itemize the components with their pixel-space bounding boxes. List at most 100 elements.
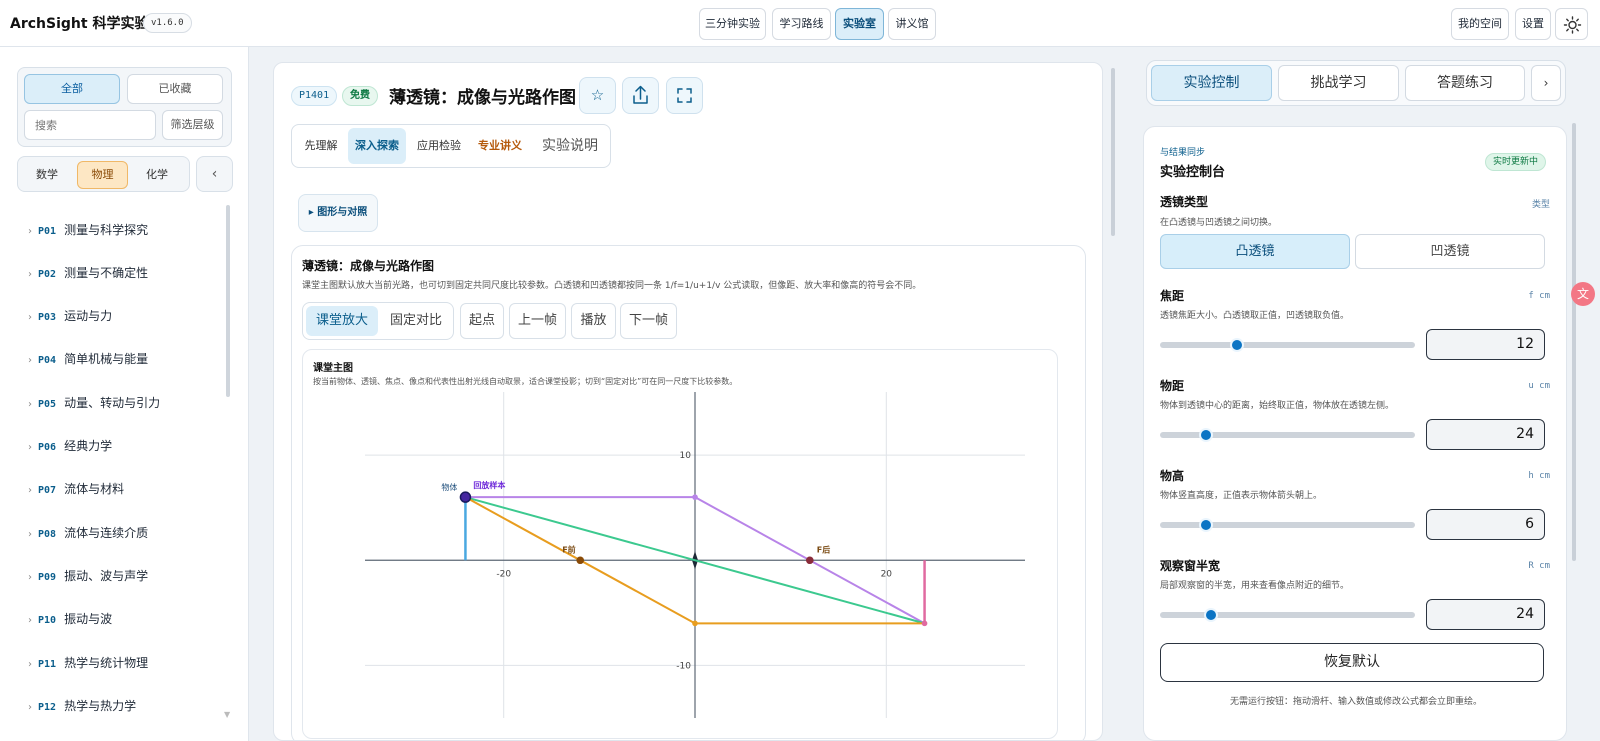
chevron-right-icon: › (28, 529, 32, 540)
object-height-unit: h cm (1528, 471, 1550, 481)
tab-experiment-control[interactable]: 实验控制 (1151, 65, 1272, 101)
filter-favorites-button[interactable]: 已收藏 (127, 74, 223, 104)
object-distance-label: 物距 (1160, 379, 1185, 393)
filter-level-button[interactable]: 筛选层级 (162, 110, 223, 140)
fullscreen-button[interactable] (666, 77, 703, 114)
top-bar: ArchSight 科学实验室 v1.6.0 三分钟实验 学习路线 实验室 讲义… (0, 0, 1600, 47)
focal-length-input[interactable]: 12 (1426, 329, 1545, 360)
star-icon: ☆ (590, 86, 605, 104)
object-point (459, 491, 472, 503)
tab-understand[interactable]: 先理解 (296, 128, 346, 164)
ray-vertex-point (692, 494, 698, 500)
subject-math[interactable]: 数学 (22, 161, 72, 189)
lens-type-description: 在凸透镜与凹透镜之间切换。 (1160, 218, 1278, 228)
object-height-input[interactable]: 6 (1426, 509, 1545, 540)
concave-lens-button[interactable]: 凹透镜 (1355, 234, 1545, 269)
window-halfwidth-label: 观察窗半宽 (1160, 559, 1221, 573)
topic-item[interactable]: › P04 简单机械与能量 (28, 349, 148, 369)
subject-chemistry[interactable]: 化学 (132, 161, 182, 189)
prev-frame-button[interactable]: 上一帧 (509, 303, 566, 339)
console-title: 实验控制台 (1160, 165, 1226, 180)
share-button[interactable] (622, 77, 659, 114)
tab-challenge[interactable]: 挑战学习 (1278, 65, 1399, 101)
control-console: 与结果同步 实验控制台 实时更新中 透镜类型 类型 在凸透镜与凹透镜之间切换。 … (1143, 126, 1567, 741)
replay-sample-label: 回放样本 (473, 480, 505, 490)
page-title: 薄透镜：成像与光路作图 (389, 88, 576, 108)
topic-item[interactable]: › P09 振动、波与声学 (28, 566, 148, 586)
object-distance-description: 物体到透镜中心的距离，始终取正值，物体放在透镜左侧。 (1160, 401, 1395, 411)
next-frame-button[interactable]: 下一帧 (620, 303, 677, 339)
nav-lab[interactable]: 实验室 (835, 8, 884, 40)
focal-length-slider[interactable] (1160, 338, 1415, 352)
object-distance-input[interactable]: 24 (1426, 419, 1545, 450)
scroll-down-icon[interactable]: ▼ (224, 710, 230, 719)
nav-learning-path[interactable]: 学习路线 (772, 8, 831, 40)
reset-defaults-button[interactable]: 恢复默认 (1160, 643, 1544, 682)
window-halfwidth-slider[interactable] (1160, 608, 1415, 622)
topic-item[interactable]: › P07 流体与材料 (28, 479, 124, 499)
topic-item[interactable]: › P12 热学与热力学 (28, 696, 136, 716)
topic-item[interactable]: › P08 流体与连续介质 (28, 523, 148, 543)
tab-instructions[interactable]: 实验说明 (534, 128, 606, 164)
sidebar: 全部 已收藏 筛选层级 数学 物理 化学 ‹ ›P01测量与科学探究 ›P02测… (0, 47, 249, 741)
search-input[interactable] (24, 110, 156, 140)
tab-quiz[interactable]: 答题练习 (1405, 65, 1525, 101)
settings-button[interactable]: 设置 (1515, 8, 1551, 40)
object-height-slider[interactable] (1160, 518, 1415, 532)
window-halfwidth-description: 局部观察窗的半宽，用来查看像点附近的细节。 (1160, 581, 1350, 591)
topic-item[interactable]: › P02 测量与不确定性 (28, 263, 148, 283)
theme-toggle-button[interactable] (1555, 8, 1588, 40)
convex-lens-button[interactable]: 凸透镜 (1160, 234, 1350, 269)
chart-panel-description: 按当前物体、透镜、焦点、像点和代表性出射光线自动取景，适合课堂投影；切到“固定对… (313, 377, 738, 386)
tab-explore[interactable]: 深入探索 (348, 128, 406, 164)
topic-item[interactable]: › P11 热学与统计物理 (28, 653, 148, 673)
play-button[interactable]: 播放 (571, 303, 616, 339)
topic-item[interactable]: › P03 运动与力 (28, 306, 112, 326)
view-fixed-compare[interactable]: 固定对比 (381, 306, 451, 336)
sidebar-scrollbar[interactable] (226, 205, 230, 397)
figure-compare-toggle[interactable]: ▸ 图形与对照 (298, 194, 378, 232)
subject-physics[interactable]: 物理 (77, 161, 128, 189)
tab-apply[interactable]: 应用检验 (410, 128, 468, 164)
slider-thumb[interactable] (1198, 518, 1213, 532)
nav-three-minute[interactable]: 三分钟实验 (699, 8, 766, 40)
app-brand[interactable]: ArchSight 科学实验室 (10, 13, 162, 33)
collapse-sidebar-button[interactable]: ‹ (196, 156, 233, 192)
topic-item[interactable]: › P10 振动与波 (28, 609, 112, 629)
window-halfwidth-input[interactable]: 24 (1426, 599, 1545, 630)
view-classroom-zoom[interactable]: 课堂放大 (306, 306, 378, 336)
translate-icon[interactable]: 文 (1571, 282, 1595, 306)
lens-ray-diagram[interactable]: -20 20 10 -10 物体 回放样本 F前 F后 (303, 390, 1057, 740)
chevron-right-icon: › (28, 615, 32, 626)
slider-thumb[interactable] (1204, 608, 1218, 622)
topic-item[interactable]: › P05 动量、转动与引力 (28, 393, 160, 413)
topic-item[interactable]: › P01 测量与科学探究 (28, 220, 148, 240)
object-distance-unit: u cm (1528, 381, 1550, 391)
focal-front-label: F前 (562, 544, 575, 554)
chevron-right-icon: › (28, 399, 32, 410)
my-space-button[interactable]: 我的空间 (1451, 8, 1509, 40)
favorite-button[interactable]: ☆ (579, 77, 616, 114)
chevron-right-icon: › (28, 572, 32, 583)
tab-lecture[interactable]: 专业讲义 (472, 128, 528, 164)
more-tabs-button[interactable]: › (1531, 65, 1561, 101)
main-scrollbar[interactable] (1111, 68, 1115, 236)
start-button[interactable]: 起点 (460, 303, 504, 339)
nav-lecture-hall[interactable]: 讲义馆 (888, 8, 936, 40)
sync-label: 与结果同步 (1160, 148, 1206, 158)
slider-thumb[interactable] (1198, 428, 1213, 442)
topic-item[interactable]: › P06 经典力学 (28, 436, 112, 456)
y-tick-label: -10 (676, 661, 691, 671)
slider-thumb[interactable] (1229, 338, 1244, 352)
chevron-right-icon: › (28, 269, 32, 280)
filter-all-button[interactable]: 全部 (24, 74, 120, 104)
object-distance-slider[interactable] (1160, 428, 1415, 442)
control-scrollbar[interactable] (1572, 123, 1576, 561)
x-tick-label: -20 (496, 569, 511, 579)
card-description: 课堂主图默认放大当前光路，也可切到固定共同尺度比较参数。凸透镜和凹透镜都按同一条… (302, 281, 922, 291)
focal-point-back (805, 556, 814, 565)
focal-length-description: 透镜焦距大小。凸透镜取正值，凹透镜取负值。 (1160, 311, 1350, 321)
object-height-label: 物高 (1160, 469, 1185, 483)
image-point (921, 620, 928, 627)
object-label: 物体 (441, 482, 457, 492)
